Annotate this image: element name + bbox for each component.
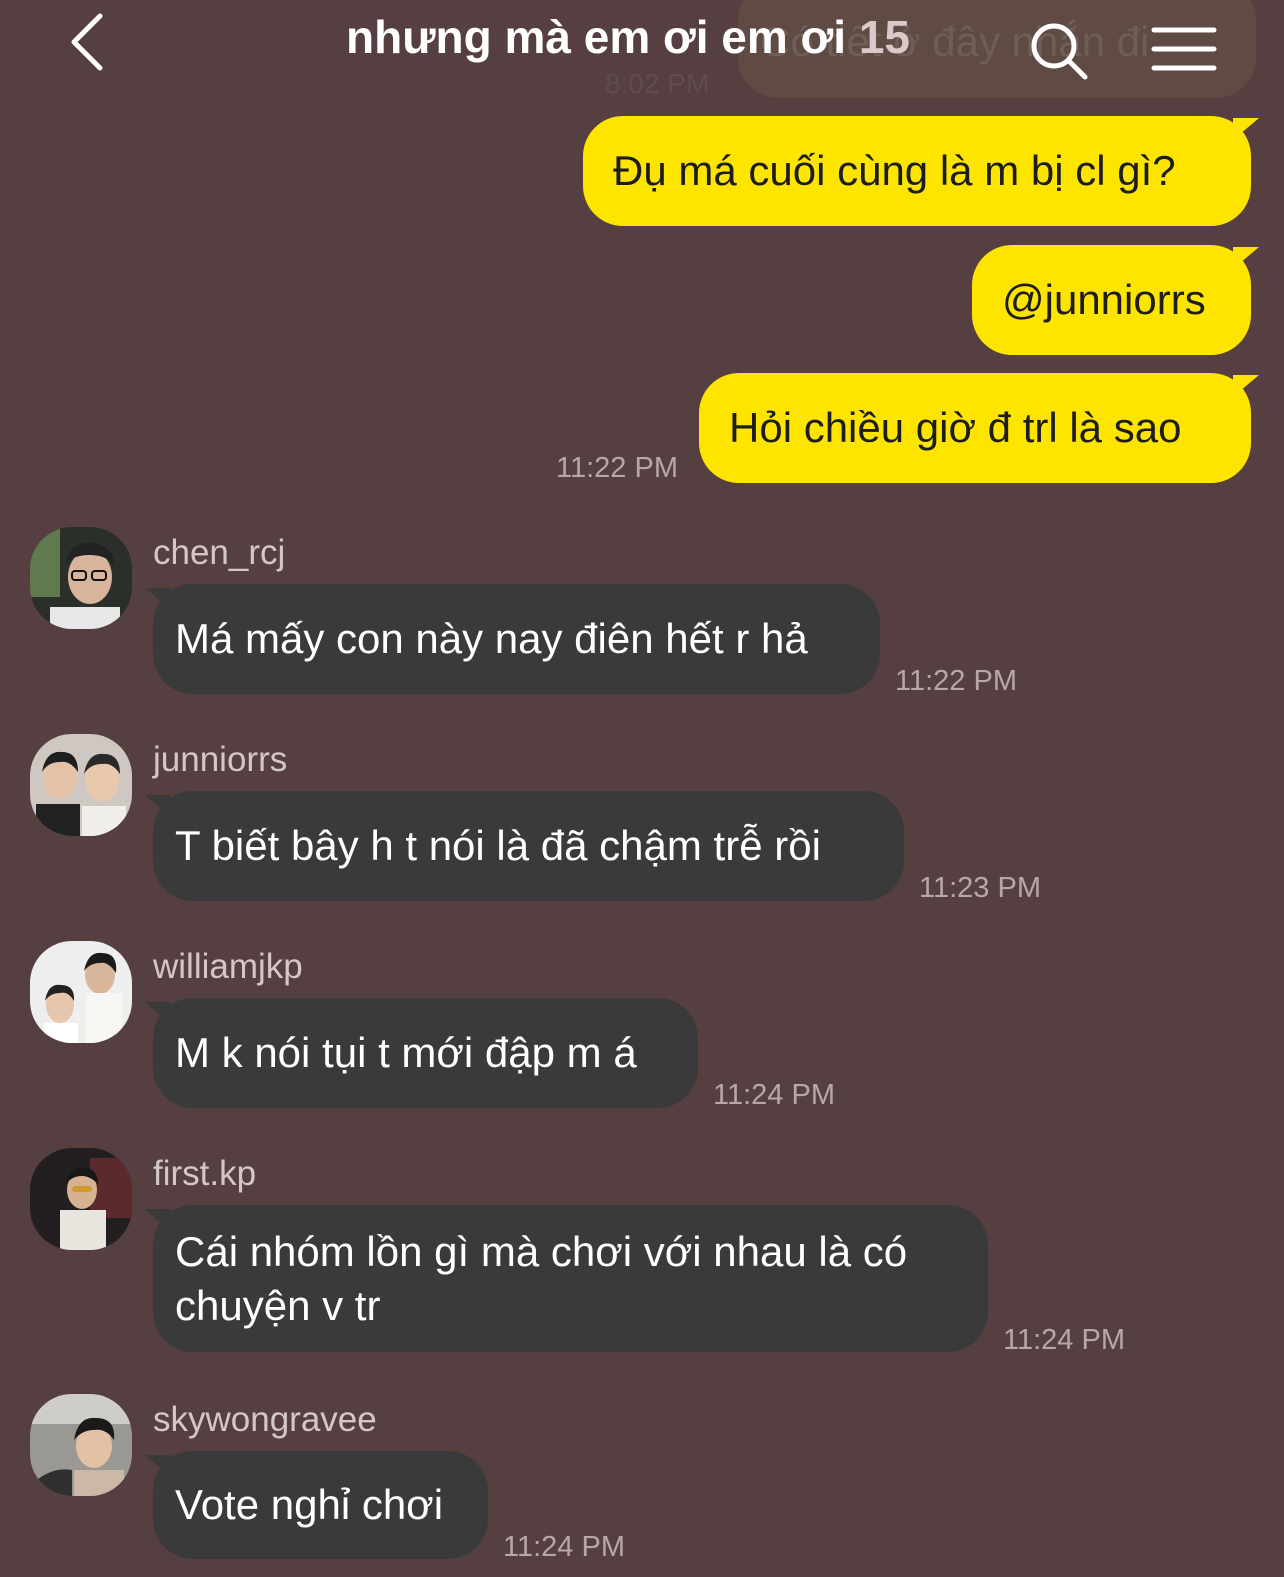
my-message-bubble[interactable]: @junniorrs	[972, 245, 1259, 355]
sender-name: chen_rcj	[153, 533, 286, 572]
avatar-photo	[30, 527, 132, 629]
search-icon	[1031, 23, 1088, 80]
their-message-bubble[interactable]: Má mấy con này nay điên hết r hả	[145, 584, 880, 694]
sender-name: junniorrs	[153, 740, 288, 779]
chevron-left-icon	[71, 13, 103, 71]
menu-button[interactable]	[1150, 22, 1220, 78]
menu-icon	[1151, 27, 1217, 71]
their-message-text: Vote nghỉ chơi	[175, 1481, 444, 1528]
their-message-text: Má mấy con này nay điên hết r hả	[175, 615, 808, 662]
message-time: 11:24 PM	[1003, 1324, 1125, 1356]
sender-name: first.kp	[153, 1154, 257, 1193]
avatar[interactable]	[30, 941, 132, 1043]
my-message-bubble[interactable]: Hỏi chiều giờ đ trl là sao	[699, 373, 1259, 483]
avatar-photo	[30, 941, 132, 1043]
message-time: 11:23 PM	[919, 872, 1041, 904]
avatar[interactable]	[30, 734, 132, 836]
sender-name: williamjkp	[153, 947, 303, 986]
their-message-text: M k nói tụi t mới đập m á	[175, 1029, 637, 1076]
avatar[interactable]	[30, 1148, 132, 1250]
my-message-text: @junniorrs	[1002, 276, 1206, 323]
message-time: 11:24 PM	[503, 1531, 625, 1563]
avatar-photo	[30, 734, 132, 836]
avatar[interactable]	[30, 1394, 132, 1496]
back-button[interactable]	[62, 8, 118, 72]
my-message-text: Đụ má cuối cùng là m bị cl gì?	[613, 147, 1176, 194]
sender-name: skywongravee	[153, 1400, 377, 1439]
search-button[interactable]	[1028, 20, 1090, 82]
chat-title: nhưng mà em ơi em ơi 15	[346, 10, 910, 64]
their-message-text: T biết bây h t nói là đã chậm trễ rồi	[175, 822, 821, 869]
my-message-bubble[interactable]: Đụ má cuối cùng là m bị cl gì?	[583, 116, 1259, 226]
chat-header: nhưng mà em ơi em ơi 15	[0, 0, 1284, 100]
message-time: 11:22 PM	[895, 665, 1017, 697]
my-message-text: Hỏi chiều giờ đ trl là sao	[729, 404, 1182, 451]
their-message-bubble[interactable]: Cái nhóm lồn gì mà chơi với nhau là có c…	[145, 1205, 988, 1352]
avatar-photo	[30, 1148, 132, 1250]
their-message-bubble[interactable]: Vote nghỉ chơi	[145, 1451, 488, 1559]
their-message-bubble[interactable]: M k nói tụi t mới đập m á	[145, 998, 698, 1108]
chat-title-text: nhưng mà em ơi em ơi	[346, 11, 847, 63]
message-time: 11:24 PM	[713, 1079, 835, 1111]
their-message-bubble[interactable]: T biết bây h t nói là đã chậm trễ rồi	[145, 791, 904, 901]
avatar[interactable]	[30, 527, 132, 629]
avatar-photo	[30, 1394, 132, 1496]
their-message-text: Cái nhóm lồn gì mà chơi với nhau là có c…	[175, 1228, 908, 1329]
member-count: 15	[858, 11, 910, 63]
message-time: 11:22 PM	[556, 452, 678, 484]
